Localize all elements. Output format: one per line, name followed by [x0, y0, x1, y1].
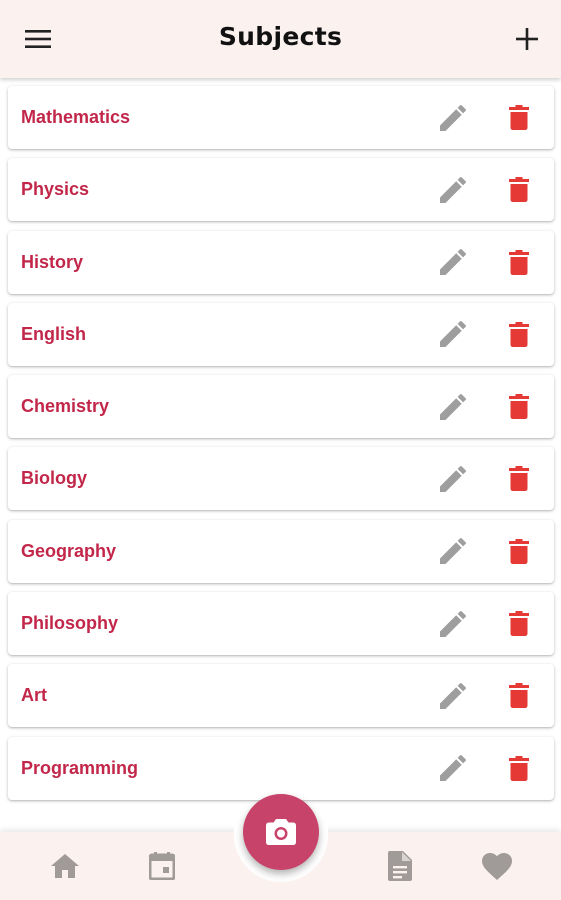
edit-subject-button[interactable]	[436, 390, 470, 424]
delete-subject-button[interactable]	[504, 173, 534, 207]
calendar-icon	[149, 852, 175, 880]
add-subject-button[interactable]	[507, 21, 547, 57]
subject-name: Physics	[21, 179, 90, 200]
nav-calendar[interactable]	[144, 850, 180, 882]
delete-subject-button[interactable]	[504, 101, 534, 135]
edit-subject-button[interactable]	[436, 534, 470, 568]
camera-button[interactable]	[243, 794, 319, 870]
subject-name: Art	[21, 685, 47, 706]
document-icon	[388, 851, 412, 881]
edit-subject-button[interactable]	[436, 462, 470, 496]
edit-subject-button[interactable]	[436, 245, 470, 279]
edit-subject-button[interactable]	[436, 751, 470, 785]
delete-subject-button[interactable]	[504, 534, 534, 568]
pencil-icon	[440, 249, 466, 276]
delete-subject-button[interactable]	[504, 462, 534, 496]
subject-card[interactable]: Art	[8, 664, 554, 728]
edit-subject-button[interactable]	[436, 607, 470, 641]
pencil-icon	[440, 176, 466, 203]
delete-subject-button[interactable]	[504, 607, 534, 641]
nav-home[interactable]	[47, 850, 83, 882]
camera-icon	[266, 819, 296, 845]
delete-subject-button[interactable]	[504, 679, 534, 713]
subject-name: History	[21, 251, 84, 272]
trash-icon	[509, 611, 529, 637]
subject-name: English	[21, 323, 87, 344]
edit-subject-button[interactable]	[436, 679, 470, 713]
delete-subject-button[interactable]	[504, 245, 534, 279]
trash-icon	[509, 538, 529, 564]
heart-icon	[482, 852, 512, 880]
delete-subject-button[interactable]	[504, 390, 534, 424]
subject-list: Mathematics Physics History English Chemistr…	[8, 86, 554, 809]
trash-icon	[509, 394, 529, 420]
nav-documents[interactable]	[382, 850, 418, 882]
subject-card[interactable]: English	[8, 302, 554, 366]
trash-icon	[509, 683, 529, 709]
plus-icon	[516, 28, 538, 50]
pencil-icon	[440, 682, 466, 709]
app-bar: Subjects	[0, 0, 561, 78]
edit-subject-button[interactable]	[436, 317, 470, 351]
pencil-icon	[440, 104, 466, 131]
subject-card[interactable]: Chemistry	[8, 375, 554, 439]
pencil-icon	[440, 321, 466, 348]
subject-name: Programming	[21, 757, 139, 778]
trash-icon	[509, 105, 529, 130]
edit-subject-button[interactable]	[436, 173, 470, 207]
trash-icon	[509, 249, 529, 275]
pencil-icon	[440, 755, 466, 782]
subject-name: Mathematics	[21, 107, 131, 127]
subject-card[interactable]: Programming	[8, 736, 554, 800]
trash-icon	[509, 177, 529, 203]
subject-card[interactable]: Physics	[8, 158, 554, 222]
delete-subject-button[interactable]	[504, 317, 534, 351]
subject-card[interactable]: Geography	[8, 519, 554, 583]
home-icon	[51, 854, 79, 878]
nav-favorites[interactable]	[479, 850, 515, 882]
subject-name: Geography	[21, 540, 117, 561]
pencil-icon	[440, 393, 466, 420]
subject-card[interactable]: Philosophy	[8, 592, 554, 656]
trash-icon	[509, 321, 529, 347]
pencil-icon	[440, 465, 466, 492]
subject-card[interactable]: Biology	[8, 447, 554, 511]
delete-subject-button[interactable]	[504, 751, 534, 785]
edit-subject-button[interactable]	[436, 101, 470, 135]
subject-card[interactable]: Mathematics	[8, 86, 554, 149]
pencil-icon	[440, 610, 466, 637]
subject-name: Biology	[21, 468, 87, 489]
trash-icon	[509, 755, 529, 781]
page-title: Subjects	[218, 22, 343, 51]
trash-icon	[509, 466, 529, 492]
subject-name: Philosophy	[21, 613, 119, 634]
subject-card[interactable]: History	[8, 230, 554, 294]
subject-name: Chemistry	[21, 396, 110, 417]
pencil-icon	[440, 538, 466, 565]
